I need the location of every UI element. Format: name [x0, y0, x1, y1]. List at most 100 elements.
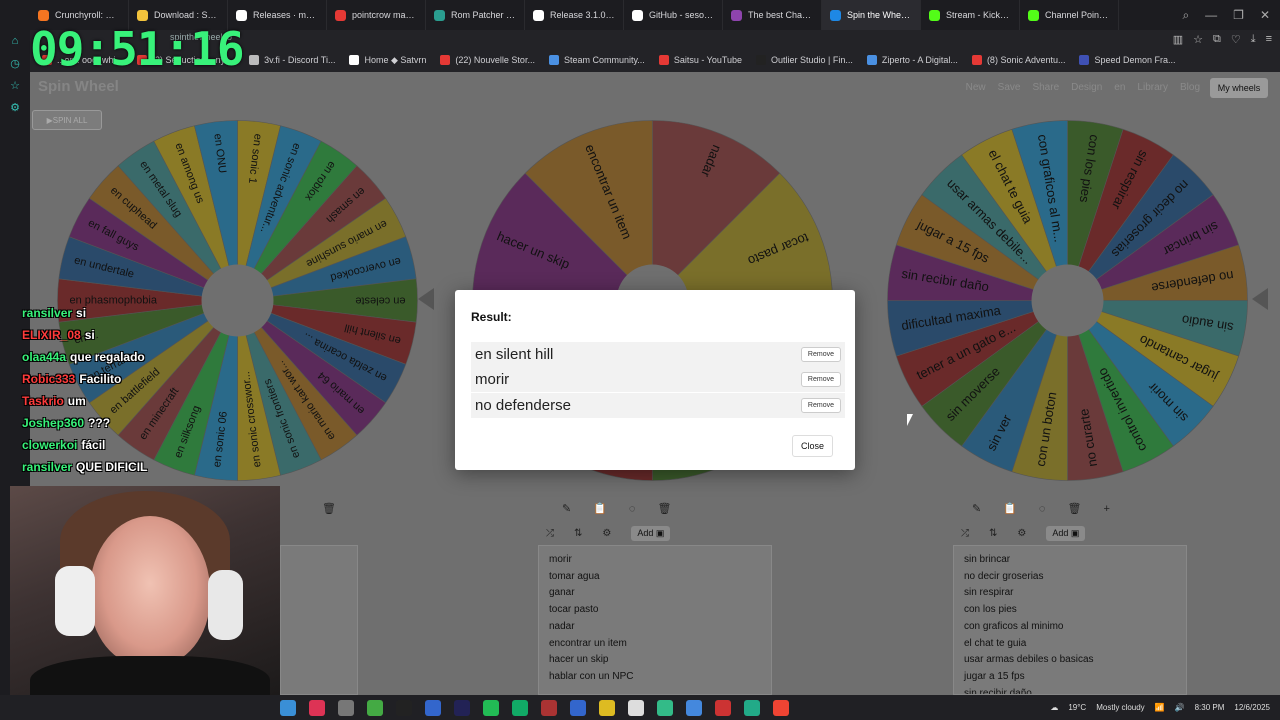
bookmark-item[interactable]: Ziperto - A Digital...: [866, 55, 958, 65]
browser-tab[interactable]: Stream - Kick Da: [921, 0, 1020, 30]
sort-icon[interactable]: ⇅: [989, 528, 997, 539]
remove-button[interactable]: Remove: [800, 398, 841, 413]
list-entry[interactable]: ganar: [549, 585, 761, 602]
minimize-icon[interactable]: —: [1205, 8, 1217, 22]
bookmark-item[interactable]: Home ◆ Satvrn: [349, 55, 426, 66]
taskbar-app-icon[interactable]: [512, 699, 528, 716]
shuffle-icon[interactable]: ⤮: [961, 528, 969, 539]
sidebar-settings-icon[interactable]: ⚙: [0, 96, 30, 118]
close-button[interactable]: Close: [791, 435, 833, 457]
settings-icon[interactable]: ⚙: [602, 528, 611, 539]
taskbar-app-icon[interactable]: [541, 699, 557, 716]
wheel-1-list[interactable]: [280, 545, 358, 695]
add-entry-button[interactable]: Add ▣: [1046, 526, 1086, 541]
taskbar-app-icon[interactable]: [628, 699, 644, 716]
restore-icon[interactable]: ❐: [1233, 8, 1244, 22]
browser-tab[interactable]: Release 3.1.0 [be: [525, 0, 624, 30]
taskbar-app-icon[interactable]: [715, 699, 731, 716]
nav-save[interactable]: Save: [998, 82, 1021, 93]
list-entry[interactable]: encontrar un item: [549, 636, 761, 653]
nav-en[interactable]: en: [1114, 82, 1125, 93]
sort-icon[interactable]: ⇅: [574, 528, 582, 539]
bookmark-item[interactable]: Speed Demon Fra...: [1079, 55, 1176, 65]
app-logo[interactable]: Spin Wheel: [38, 78, 119, 95]
list-entry[interactable]: con los pies: [964, 602, 1176, 619]
menu-icon[interactable]: ≡: [1266, 33, 1272, 45]
taskbar-app-icon[interactable]: [367, 699, 383, 716]
list-entry[interactable]: usar armas debiles o basicas: [964, 652, 1176, 669]
sidebar-history-icon[interactable]: ◷: [0, 52, 30, 74]
taskbar-app-icon[interactable]: [686, 699, 702, 716]
nav-share[interactable]: Share: [1032, 82, 1059, 93]
weather-icon[interactable]: ☁: [1050, 703, 1058, 712]
bookmark-item[interactable]: Steam Community...: [548, 55, 645, 65]
taskbar-app-icon[interactable]: [425, 699, 441, 716]
taskbar-app-icon[interactable]: [280, 699, 296, 716]
list-entry[interactable]: nadar: [549, 619, 761, 636]
list-entry[interactable]: morir: [549, 552, 761, 569]
browser-tab[interactable]: GitHub - sesouth: [624, 0, 723, 30]
add-entry-button[interactable]: Add ▣: [631, 526, 671, 541]
remove-button[interactable]: Remove: [800, 372, 841, 387]
bookmark-item[interactable]: Saitsu - YouTube: [658, 55, 742, 65]
taskbar-app-icon[interactable]: [454, 699, 470, 716]
nav-library[interactable]: Library: [1137, 82, 1168, 93]
wheel-3-list[interactable]: sin brincar no decir groserias sin respira…: [953, 545, 1187, 695]
list-entry[interactable]: no decir groserias: [964, 569, 1176, 586]
nav-blog[interactable]: Blog: [1180, 82, 1200, 93]
wheel-3[interactable]: con los pies sin respirarno decir groseri…: [885, 118, 1250, 483]
browser-tab[interactable]: Rom Patcher JS: [426, 0, 525, 30]
plus-icon[interactable]: +: [1103, 503, 1109, 515]
bookmark-item[interactable]: 3v.fi - Discord Ti...: [249, 55, 335, 65]
browser-tab[interactable]: Channel Points -: [1020, 0, 1119, 30]
taskbar-app-icon[interactable]: [396, 699, 412, 716]
edit-icon[interactable]: ✎: [562, 502, 571, 515]
list-entry[interactable]: con graficos al minimo: [964, 619, 1176, 636]
remove-button[interactable]: Remove: [800, 347, 841, 362]
list-entry[interactable]: hablar con un NPC: [549, 669, 761, 686]
trash-icon[interactable]: 🗑: [1067, 502, 1081, 515]
list-entry[interactable]: sin recibir daño: [964, 686, 1176, 694]
nav-design[interactable]: Design: [1071, 82, 1102, 93]
bookmark-item[interactable]: Outlier Studio | Fin...: [756, 55, 853, 65]
list-entry[interactable]: sin brincar: [964, 552, 1176, 569]
taskbar-app-icon[interactable]: [309, 699, 325, 716]
my-wheels-button[interactable]: My wheels: [1210, 78, 1268, 98]
trash-icon[interactable]: 🗑: [657, 502, 671, 515]
close-icon[interactable]: ✕: [1260, 8, 1270, 22]
edit-icon[interactable]: ✎: [972, 502, 981, 515]
bookmark-item[interactable]: (8) Sonic Adventu...: [971, 55, 1065, 65]
sidebar-bookmark-icon[interactable]: ☆: [0, 74, 30, 96]
wifi-icon[interactable]: 📶: [1155, 703, 1165, 712]
download-icon[interactable]: ⤓: [1251, 33, 1256, 46]
results-icon[interactable]: 📋: [593, 502, 607, 515]
list-entry[interactable]: el chat te guia: [964, 636, 1176, 653]
bookmark-icon[interactable]: ☆: [1193, 33, 1203, 46]
hide-icon[interactable]: ◌: [1039, 503, 1046, 515]
bookmark-item[interactable]: (22) Nouvelle Stor...: [440, 55, 535, 65]
hide-icon[interactable]: ◌: [629, 503, 636, 515]
search-icon[interactable]: ⌕: [1182, 8, 1189, 23]
browser-tab[interactable]: The best ChatBot: [723, 0, 822, 30]
list-entry[interactable]: sin respirar: [964, 585, 1176, 602]
taskbar-app-icon[interactable]: [338, 699, 354, 716]
taskbar-app-icon[interactable]: [483, 699, 499, 716]
settings-icon[interactable]: ⚙: [1017, 528, 1026, 539]
list-entry[interactable]: hacer un skip: [549, 652, 761, 669]
volume-icon[interactable]: 🔊: [1175, 703, 1185, 712]
nav-new[interactable]: New: [966, 82, 986, 93]
taskbar-app-icon[interactable]: [570, 699, 586, 716]
trash-icon[interactable]: 🗑: [322, 502, 336, 515]
extensions-icon[interactable]: ⧉: [1213, 33, 1221, 46]
taskbar-app-icon[interactable]: [657, 699, 673, 716]
taskbar-app-icon[interactable]: [744, 699, 760, 716]
taskbar-app-icon[interactable]: [773, 699, 789, 716]
sidebar-toggle-icon[interactable]: ▥: [1173, 33, 1183, 46]
list-entry[interactable]: jugar a 15 fps: [964, 669, 1176, 686]
list-entry[interactable]: tomar agua: [549, 569, 761, 586]
taskbar-app-icon[interactable]: [599, 699, 615, 716]
results-icon[interactable]: 📋: [1003, 502, 1017, 515]
list-entry[interactable]: tocar pasto: [549, 602, 761, 619]
sidebar-home-icon[interactable]: ⌂: [0, 30, 30, 52]
browser-tab[interactable]: Spin the Wheel - Free an: [822, 0, 921, 30]
